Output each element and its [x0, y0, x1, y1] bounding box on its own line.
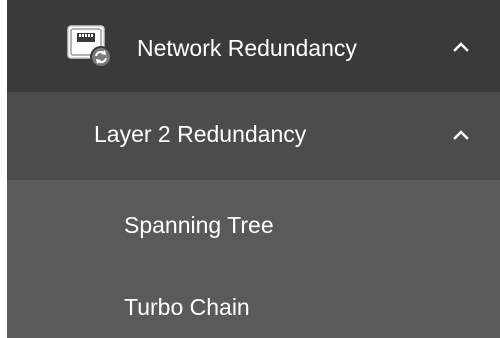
menu-leaf-label: Turbo Chain [124, 294, 250, 320]
submenu-item-label: Layer 2 Redundancy [94, 121, 307, 147]
menu-item-label: Network Redundancy [137, 35, 357, 61]
network-module-icon [65, 24, 121, 72]
menu-item-layer2-redundancy[interactable]: Layer 2 Redundancy [7, 92, 500, 180]
menu-leaf-label: Spanning Tree [124, 212, 274, 238]
menu-item-spanning-tree[interactable]: Spanning Tree [7, 180, 500, 266]
menu-item-network-redundancy[interactable]: Network Redundancy [7, 0, 500, 92]
menu-item-turbo-chain[interactable]: Turbo Chain [7, 266, 500, 338]
chevron-up-icon[interactable] [453, 42, 469, 52]
chevron-up-icon[interactable] [453, 130, 469, 140]
sidebar-menu: Network Redundancy Layer 2 Redundancy Sp… [7, 0, 500, 338]
